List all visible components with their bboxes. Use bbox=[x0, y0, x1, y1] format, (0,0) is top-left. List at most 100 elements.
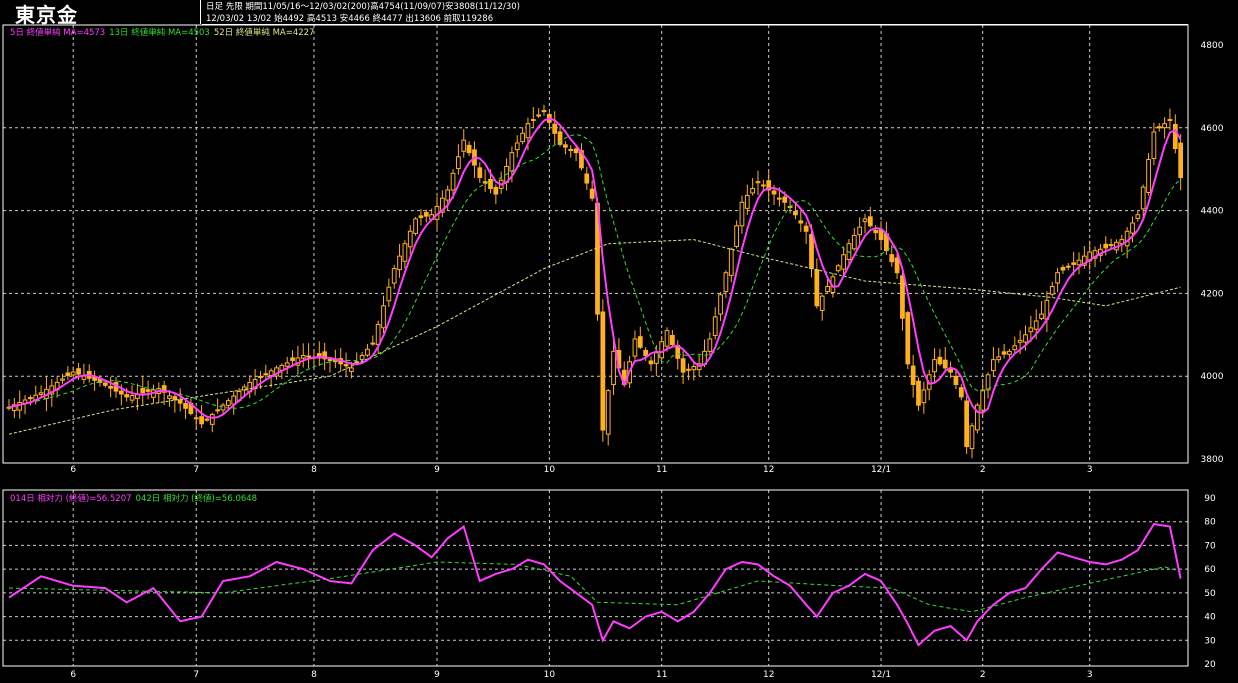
price-x-tick-label: 2 bbox=[980, 465, 986, 475]
candle-body bbox=[183, 402, 188, 409]
candle-body bbox=[659, 341, 665, 359]
candle-body bbox=[1140, 186, 1146, 210]
rsi-x-tick-label: 10 bbox=[544, 670, 556, 680]
candle-body bbox=[397, 255, 402, 271]
price-x-tick-label: 8 bbox=[311, 465, 317, 475]
price-y-tick-label: 4200 bbox=[1201, 289, 1224, 299]
candle-body bbox=[284, 362, 290, 367]
candle-body bbox=[1012, 345, 1018, 351]
price-x-tick-label: 6 bbox=[70, 465, 76, 475]
candle-body bbox=[707, 338, 713, 352]
candle-body bbox=[300, 355, 306, 359]
candle-body bbox=[359, 355, 365, 361]
candle-body bbox=[600, 311, 606, 431]
candle-body bbox=[145, 389, 151, 392]
rsi-x-tick-label: 12/1 bbox=[871, 670, 891, 680]
candle-body bbox=[862, 218, 868, 223]
candle-body bbox=[712, 316, 718, 336]
candle-body bbox=[1135, 214, 1141, 219]
candle-body bbox=[1055, 272, 1060, 284]
candle-body bbox=[38, 392, 44, 395]
candle-body bbox=[723, 272, 729, 293]
candle-body bbox=[327, 359, 333, 362]
candle-body bbox=[958, 387, 964, 398]
rsi-y-tick-label: 40 bbox=[1204, 613, 1216, 623]
candle-body bbox=[1103, 243, 1109, 249]
price-x-tick-label: 11 bbox=[656, 465, 667, 475]
candle-body bbox=[70, 371, 76, 376]
rsi-y-tick-label: 90 bbox=[1204, 494, 1216, 504]
candle-body bbox=[739, 201, 745, 227]
candle-body bbox=[204, 418, 210, 421]
candle-body bbox=[445, 189, 451, 201]
candle-body bbox=[1146, 159, 1151, 193]
rsi-y-tick-label: 80 bbox=[1204, 518, 1216, 528]
candle-body bbox=[803, 225, 809, 232]
price-y-tick-label: 4400 bbox=[1201, 207, 1224, 217]
candle-body bbox=[1060, 266, 1066, 271]
candle-body bbox=[980, 389, 986, 411]
candle-body bbox=[568, 148, 574, 151]
price-y-tick-label: 3800 bbox=[1201, 455, 1224, 465]
candle-body bbox=[589, 188, 595, 199]
candle-body bbox=[969, 425, 975, 450]
candle-body bbox=[734, 225, 739, 247]
candle-body bbox=[391, 268, 397, 284]
candle-body bbox=[648, 360, 654, 365]
candle-body bbox=[413, 218, 418, 234]
candle-body bbox=[728, 248, 734, 276]
price-y-tick-label: 4000 bbox=[1201, 372, 1224, 382]
candle-body bbox=[1065, 265, 1071, 268]
candle-body bbox=[718, 294, 723, 315]
rsi-y-tick-label: 60 bbox=[1204, 565, 1216, 575]
candle-body bbox=[407, 230, 413, 248]
candle-body bbox=[520, 132, 525, 143]
candle-body bbox=[488, 178, 493, 190]
candle-body bbox=[851, 234, 857, 250]
candle-body bbox=[461, 139, 467, 152]
price-x-tick-label: 3 bbox=[1087, 465, 1093, 475]
rsi14-line bbox=[8, 523, 1182, 647]
candle-body bbox=[643, 349, 649, 357]
candle-body bbox=[819, 295, 825, 311]
candle-body bbox=[306, 355, 311, 358]
candle-body bbox=[1071, 262, 1077, 265]
candle-body bbox=[1039, 313, 1044, 319]
candle-body bbox=[916, 380, 921, 406]
candle-body bbox=[450, 172, 456, 191]
candle-body bbox=[263, 373, 269, 376]
candle-body bbox=[686, 368, 691, 371]
candle-body bbox=[798, 220, 804, 224]
candle-body bbox=[841, 254, 846, 270]
candle-body bbox=[771, 190, 777, 195]
candle-body bbox=[220, 404, 226, 411]
candle-body bbox=[1172, 124, 1178, 149]
candle-body bbox=[370, 342, 376, 345]
candle-body bbox=[1178, 142, 1184, 178]
candle-body bbox=[835, 265, 841, 272]
candle-body bbox=[814, 269, 820, 307]
candle-body bbox=[809, 234, 814, 270]
candle-body bbox=[664, 330, 670, 347]
candle-body bbox=[65, 372, 71, 377]
candle-body bbox=[466, 144, 472, 154]
candle-body bbox=[964, 400, 970, 448]
candle-body bbox=[889, 254, 895, 263]
candle-body bbox=[605, 390, 611, 435]
candle-body bbox=[1076, 259, 1082, 266]
candle-body bbox=[199, 416, 204, 425]
candle-body bbox=[632, 338, 638, 357]
candle-body bbox=[60, 378, 65, 381]
candle-body bbox=[937, 356, 943, 365]
candle-body bbox=[894, 257, 900, 274]
candle-body bbox=[1023, 334, 1028, 343]
rsi-y-tick-label: 30 bbox=[1204, 636, 1216, 646]
candle-body bbox=[1028, 327, 1034, 333]
candle-body bbox=[456, 156, 461, 170]
candle-body bbox=[375, 323, 381, 345]
price-x-tick-label: 12 bbox=[763, 465, 774, 475]
candle-body bbox=[1156, 126, 1162, 129]
candle-body bbox=[102, 382, 108, 386]
candle-body bbox=[209, 413, 215, 425]
candle-body bbox=[996, 356, 1002, 361]
